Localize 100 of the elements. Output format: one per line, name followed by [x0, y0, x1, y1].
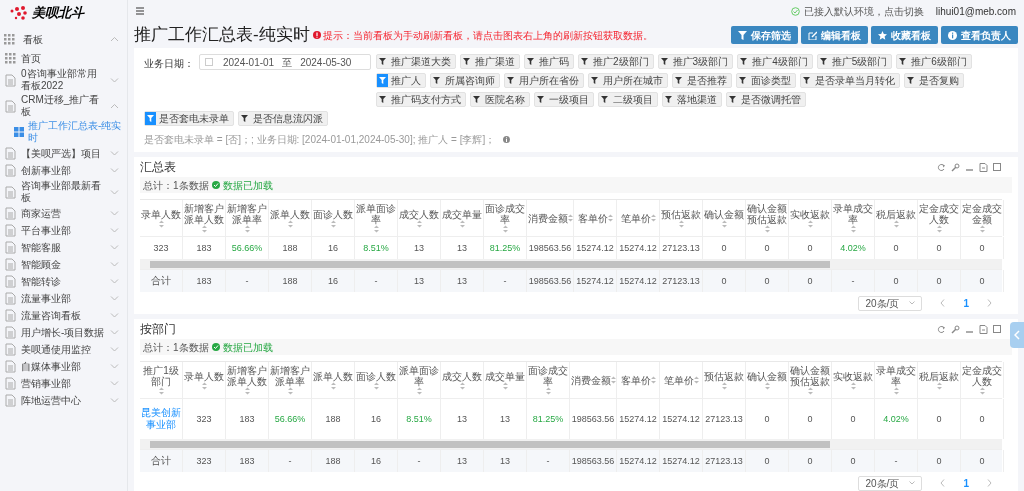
refresh-icon[interactable] [937, 162, 946, 172]
action-button[interactable]: 编辑看板 [801, 26, 868, 44]
filter-chip[interactable]: 用户所在城市 [588, 73, 668, 88]
wrench-icon[interactable] [951, 324, 960, 334]
column-header[interactable]: 派单面诊率 [398, 362, 441, 398]
filter-chip[interactable]: 推广渠道 [460, 54, 520, 69]
column-header[interactable]: 录单人数 [183, 362, 226, 398]
sidebar-item[interactable]: 咨询事业部最新看板 [0, 179, 127, 205]
date-range-field[interactable]: 2024-01-01 至 2024-05-30 [199, 54, 371, 70]
column-header[interactable]: 消费金额 [570, 362, 617, 398]
column-header[interactable]: 面诊人数 [355, 362, 398, 398]
column-header[interactable]: 消费金额 [527, 200, 574, 236]
filter-chip[interactable]: 是否微调托管 [726, 92, 806, 107]
column-header[interactable]: 确认金额预估返款 [789, 362, 832, 398]
filter-chip[interactable]: 推广5级部门 [816, 54, 893, 69]
side-panel-toggle[interactable] [1010, 322, 1024, 348]
column-header[interactable]: 新增客户派单人数 [226, 362, 269, 398]
column-header[interactable]: 成交单量 [441, 200, 484, 236]
maximize-icon[interactable] [993, 324, 1002, 334]
sidebar-item[interactable]: 商家运营 [0, 205, 127, 222]
column-header[interactable]: 面诊成交率 [484, 200, 527, 236]
sidebar-item[interactable]: 营销事业部 [0, 375, 127, 392]
filter-chip[interactable]: 面诊类型 [736, 73, 796, 88]
action-button[interactable]: 收藏看板 [871, 26, 938, 44]
refresh-icon[interactable] [937, 324, 946, 334]
filter-chip[interactable]: 推广人 [376, 73, 426, 88]
column-header[interactable]: 成交单量 [484, 362, 527, 398]
sidebar-item[interactable]: 智能客服 [0, 239, 127, 256]
column-header[interactable]: 客单价 [574, 200, 617, 236]
column-header[interactable]: 确认金额 [703, 200, 746, 236]
sidebar-item[interactable]: CRM迁移_推广看板 [0, 93, 127, 119]
sidebar-item[interactable]: 阵地运营中心 [0, 392, 127, 409]
sidebar-item[interactable]: 用户增长-项目数据 [0, 324, 127, 341]
filter-chip[interactable]: 推广4级部门 [737, 54, 813, 69]
column-header[interactable]: 成交人数 [441, 362, 484, 398]
sidebar-item[interactable]: 0咨询事业部常用看板2022 [0, 67, 127, 93]
wrench-icon[interactable] [951, 162, 960, 172]
column-header[interactable]: 新增客户派单率 [269, 362, 312, 398]
export-icon[interactable] [979, 162, 988, 172]
column-header[interactable]: 确认金额预估返款 [746, 200, 789, 236]
column-header[interactable]: 定金成交人数 [961, 362, 1004, 398]
column-header[interactable]: 面诊成交率 [527, 362, 570, 398]
filter-chip[interactable]: 推广渠道大类 [376, 54, 456, 69]
sidebar-item[interactable]: 创新事业部 [0, 162, 127, 179]
column-header[interactable]: 确认金额 [746, 362, 789, 398]
filter-chip[interactable]: 推广3级部门 [657, 54, 734, 69]
sidebar-item[interactable]: 首页 [0, 50, 127, 67]
filter-chip[interactable]: 是否复购 [904, 73, 964, 88]
column-header[interactable]: 录单成交率 [875, 362, 918, 398]
column-header[interactable]: 派单人数 [312, 362, 355, 398]
filter-chip[interactable]: 一级项目 [534, 92, 594, 107]
sidebar-item[interactable]: 【美呗严选】项目 [0, 145, 127, 162]
filter-chip[interactable]: 二级项目 [598, 92, 658, 107]
column-header[interactable]: 客单价 [617, 362, 660, 398]
column-header[interactable]: 派单面诊率 [355, 200, 398, 236]
filter-chip[interactable]: 是否推荐 [672, 73, 732, 88]
column-header[interactable]: 实收返款 [789, 200, 832, 236]
filter-chip[interactable]: 推广2级部门 [578, 54, 654, 69]
column-header[interactable]: 税后返款 [918, 362, 961, 398]
page-size-select[interactable]: 20条/页 [858, 475, 923, 491]
column-header[interactable]: 预估返款 [703, 362, 746, 398]
filter-chip[interactable]: 医院名称 [470, 92, 530, 107]
export-icon[interactable] [979, 324, 988, 334]
filter-chip[interactable]: 推广码 [524, 54, 574, 69]
sidebar-item[interactable]: 美呗通使用监控 [0, 341, 127, 358]
filter-chip[interactable]: 推广6级部门 [896, 54, 972, 69]
column-header[interactable]: 税后返款 [875, 200, 918, 236]
filter-chip[interactable]: 落地渠道 [662, 92, 722, 107]
sidebar-item[interactable]: 智能顾金 [0, 256, 127, 273]
sidebar-item[interactable]: 智能转诊 [0, 273, 127, 290]
column-header[interactable]: 录单人数 [140, 200, 183, 236]
column-header[interactable]: 笔单价 [660, 362, 703, 398]
filter-chip[interactable]: 用户所在省份 [504, 73, 584, 88]
column-header[interactable]: 笔单价 [617, 200, 660, 236]
horizontal-scrollbar[interactable] [140, 259, 1002, 269]
filter-chip[interactable]: 所属咨询师 [430, 73, 500, 88]
filter-chip[interactable]: 是否录单当月转化 [800, 73, 900, 88]
action-button[interactable]: 保存筛选 [731, 26, 798, 44]
column-header[interactable]: 新增客户派单率 [226, 200, 269, 236]
filter-chip[interactable]: 推广码支付方式 [376, 92, 466, 107]
sidebar-item[interactable]: 流量咨询看板 [0, 307, 127, 324]
column-header[interactable]: 实收返款 [832, 362, 875, 398]
column-header[interactable]: 预估返款 [660, 200, 703, 236]
sidebar-item[interactable]: 流量事业部 [0, 290, 127, 307]
column-header[interactable]: 成交人数 [398, 200, 441, 236]
column-header[interactable]: 新增客户派单人数 [183, 200, 226, 236]
environment-switch-link[interactable]: 已接入默认环境，点击切换 [803, 3, 924, 19]
sidebar-group[interactable]: 看板 [0, 28, 127, 50]
column-header[interactable]: 录单成交率 [832, 200, 875, 236]
column-header[interactable]: 定金成交金额 [961, 200, 1004, 236]
action-button[interactable]: 查看负责人 [941, 26, 1018, 44]
column-header[interactable]: 面诊人数 [312, 200, 355, 236]
column-header[interactable]: 派单人数 [269, 200, 312, 236]
sidebar-item[interactable]: 平台事业部 [0, 222, 127, 239]
filter-chip[interactable]: 是否套电未录单 [144, 111, 234, 126]
column-header[interactable]: 定金成交人数 [918, 200, 961, 236]
horizontal-scrollbar[interactable] [140, 439, 1002, 449]
page-size-select[interactable]: 20条/页 [858, 295, 923, 311]
maximize-icon[interactable] [993, 162, 1002, 172]
sidebar-item[interactable]: 自媒体事业部 [0, 358, 127, 375]
